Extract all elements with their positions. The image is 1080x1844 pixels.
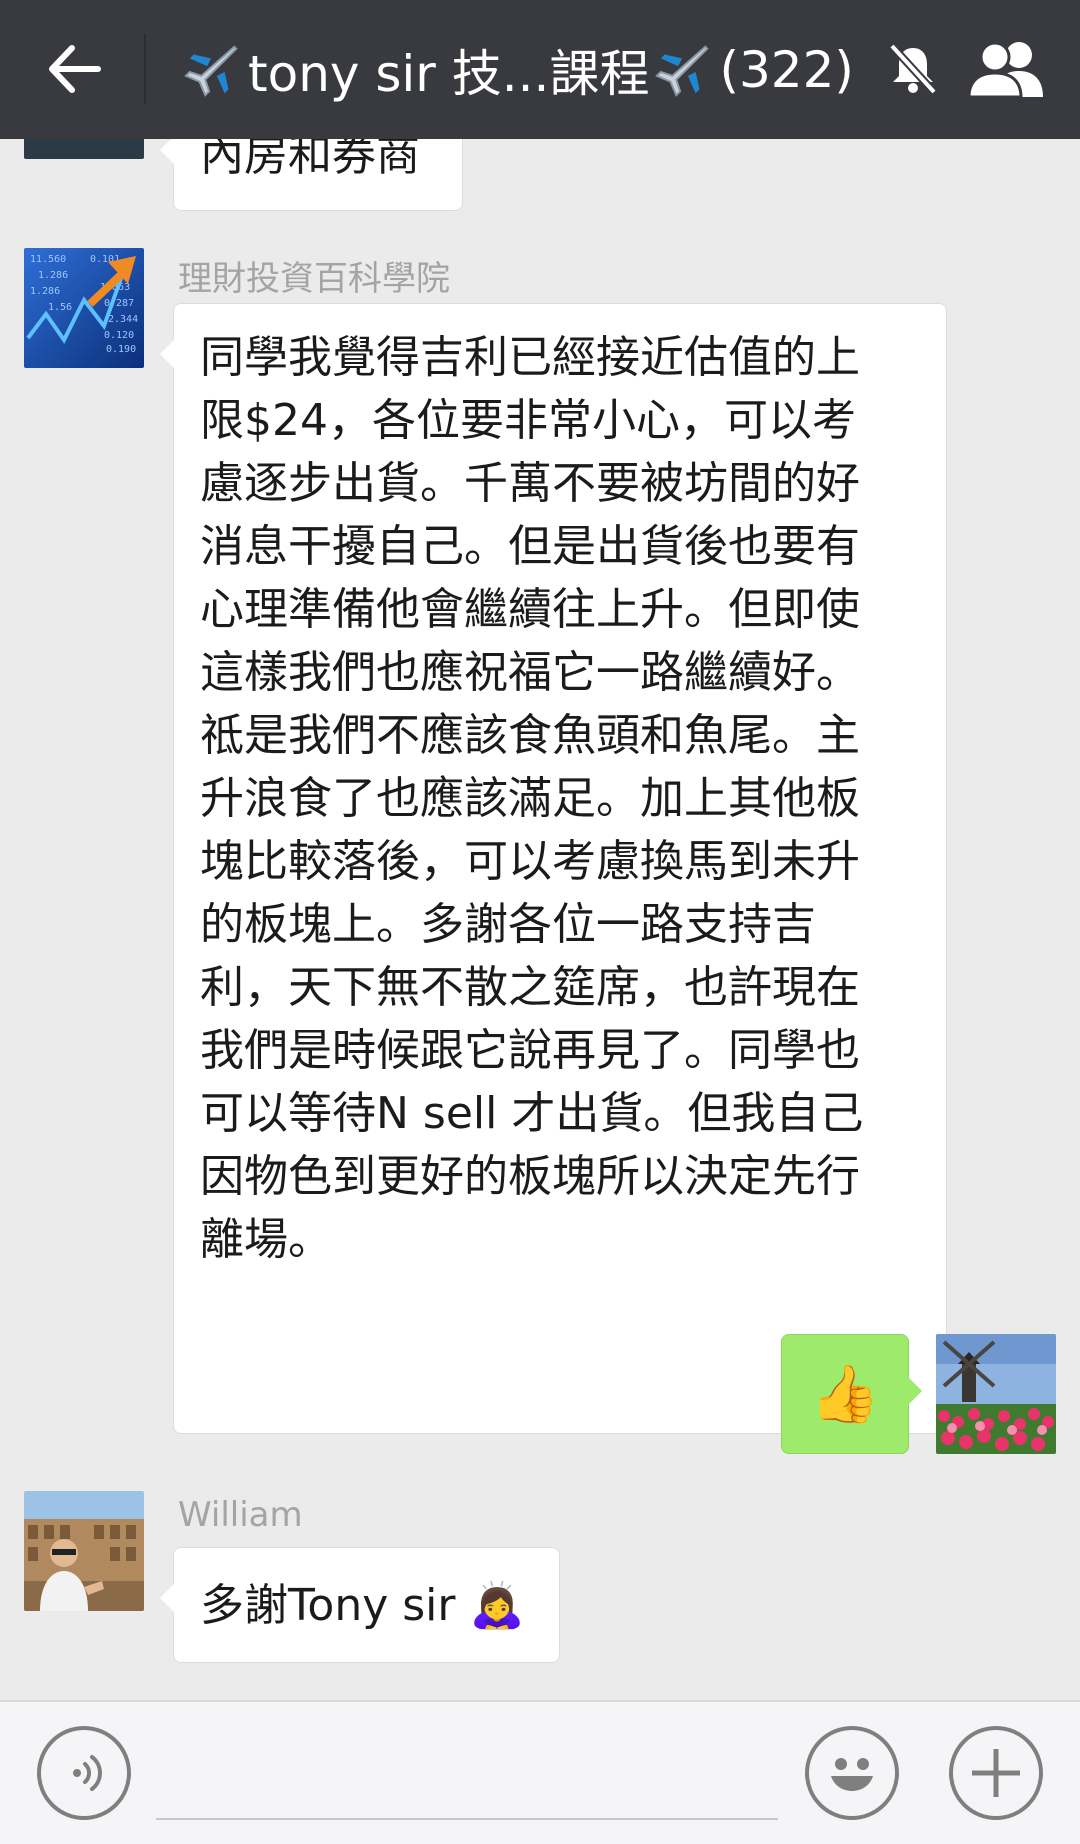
emoji-button[interactable] (805, 1726, 899, 1820)
message-line: 因物色到更好的板塊所以決定先行 (200, 1151, 860, 1202)
svg-text:0.190: 0.190 (106, 344, 136, 355)
thumbs-up-emoji: 👍 (810, 1361, 880, 1427)
voice-icon (73, 1755, 102, 1791)
mute-indicator[interactable] (880, 34, 946, 104)
plus-button[interactable] (949, 1726, 1043, 1820)
svg-text:0.287: 0.287 (104, 298, 134, 309)
avatar[interactable] (24, 139, 144, 159)
windmill-tulips-avatar-image (936, 1334, 1056, 1454)
own-avatar[interactable] (936, 1334, 1056, 1454)
svg-text:1.56: 1.56 (48, 302, 72, 313)
message-input[interactable] (156, 1742, 778, 1816)
group-members-icon (967, 41, 1043, 99)
message-line: 慮逐步出貨。千萬不要被坊間的好 (200, 458, 860, 509)
message-line: 我們是時候跟它說再見了。同學也 (200, 1025, 860, 1076)
message-line: 限$24，各位要非常小心，可以考 (200, 395, 856, 446)
chat-title-text: tony sir 技...課程 (248, 45, 650, 103)
emoji-icon (831, 1758, 873, 1791)
message-line: 同學我覺得吉利已經接近估值的上 (200, 332, 860, 383)
svg-text:11.560: 11.560 (30, 254, 66, 265)
message-line: 利，天下無不散之筵席，也許現在 (200, 962, 860, 1013)
message-line: 升浪食了也應該滿足。加上其他板 (200, 773, 860, 824)
sender-name: William (178, 1495, 303, 1535)
sender-name: 理財投資百科學院 (178, 259, 450, 299)
chat-header: tony sir 技...課程 (322) (0, 0, 1080, 139)
stock-chart-avatar-image: 11.560 0.101 1.2861.863 1.2860.287 1.562.… (24, 248, 144, 368)
svg-text:1.286: 1.286 (30, 286, 60, 297)
svg-text:0.120: 0.120 (104, 330, 134, 341)
message-bubble[interactable]: 多謝Tony sir 🙇‍♀️ (160, 1547, 560, 1663)
own-message-bubble[interactable]: 👍 (781, 1334, 922, 1454)
member-count: (322) (719, 41, 854, 99)
message-list[interactable]: 內房和券商 11.560 0.101 1.286 1.863 1.286 0.287 … (0, 139, 1080, 1700)
message-line: 消息干擾自己。但是出貨後也要有 (200, 521, 860, 572)
input-bar (0, 1700, 1080, 1844)
message-line: 這樣我們也應祝福它一路繼續好。 (200, 647, 860, 698)
avatar[interactable]: 11.560 0.101 1.286 1.863 1.286 0.287 1.56 2.… (24, 248, 144, 368)
message-line: 心理準備他會繼續往上升。但即使 (200, 584, 860, 635)
message-line: 可以等待N sell 才出貨。但我自己 (200, 1088, 864, 1139)
colosseum-photo-avatar-image (24, 1491, 144, 1611)
plus-icon (972, 1749, 1020, 1797)
message-text: 多謝Tony sir 🙇‍♀️ (200, 1580, 525, 1631)
back-button[interactable] (30, 28, 118, 110)
message-bubble[interactable]: 內房和券商 (160, 139, 463, 211)
svg-text:2.344: 2.344 (108, 314, 138, 325)
message-text: 內房和券商 (200, 139, 420, 181)
airplane-icon (184, 45, 238, 97)
group-members-button[interactable] (962, 30, 1052, 108)
arrow-left-icon (49, 45, 101, 93)
message-bubble[interactable]: 同學我覺得吉利已經接近估值的上 限$24，各位要非常小心，可以考 慮逐步出貨。千… (160, 303, 947, 1434)
header-divider (144, 34, 146, 104)
input-underline (156, 1818, 778, 1820)
message-line: 離場。 (200, 1214, 332, 1265)
voice-button[interactable] (37, 1726, 131, 1820)
airplane-icon (655, 45, 710, 97)
avatar[interactable] (24, 1491, 144, 1611)
chat-title[interactable]: tony sir 技...課程 (322) (178, 30, 858, 110)
svg-text:1.286: 1.286 (38, 270, 68, 281)
message-line: 的板塊上。多謝各位一路支持吉 (200, 899, 816, 950)
bell-muted-icon (889, 43, 937, 95)
message-line: 祗是我們不應該食魚頭和魚尾。主 (200, 710, 860, 761)
message-line: 塊比較落後，可以考慮換馬到未升 (200, 836, 860, 887)
